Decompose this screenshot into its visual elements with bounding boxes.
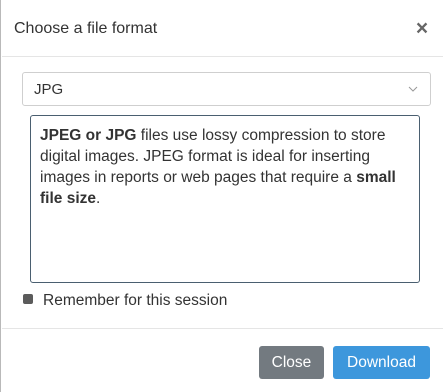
close-x-icon[interactable]: × (413, 18, 431, 40)
format-name-bold: JPEG or JPG (40, 127, 137, 144)
dialog-footer: Close Download (2, 328, 443, 392)
dialog-title: Choose a file format (14, 20, 158, 37)
remember-checkbox[interactable] (23, 294, 33, 304)
chevron-down-icon (408, 86, 418, 92)
dialog-header: Choose a file format × (2, 0, 443, 57)
close-button[interactable]: Close (259, 346, 324, 379)
remember-label: Remember for this session (43, 292, 228, 309)
download-button[interactable]: Download (333, 346, 430, 379)
file-format-dialog: Choose a file format × JPG JPEG or JPG f… (0, 0, 443, 392)
format-description-end: . (96, 190, 101, 207)
file-format-selected-value: JPG (34, 81, 64, 98)
format-description: JPEG or JPG files use lossy compression … (30, 115, 420, 283)
file-format-select[interactable]: JPG (22, 72, 431, 106)
